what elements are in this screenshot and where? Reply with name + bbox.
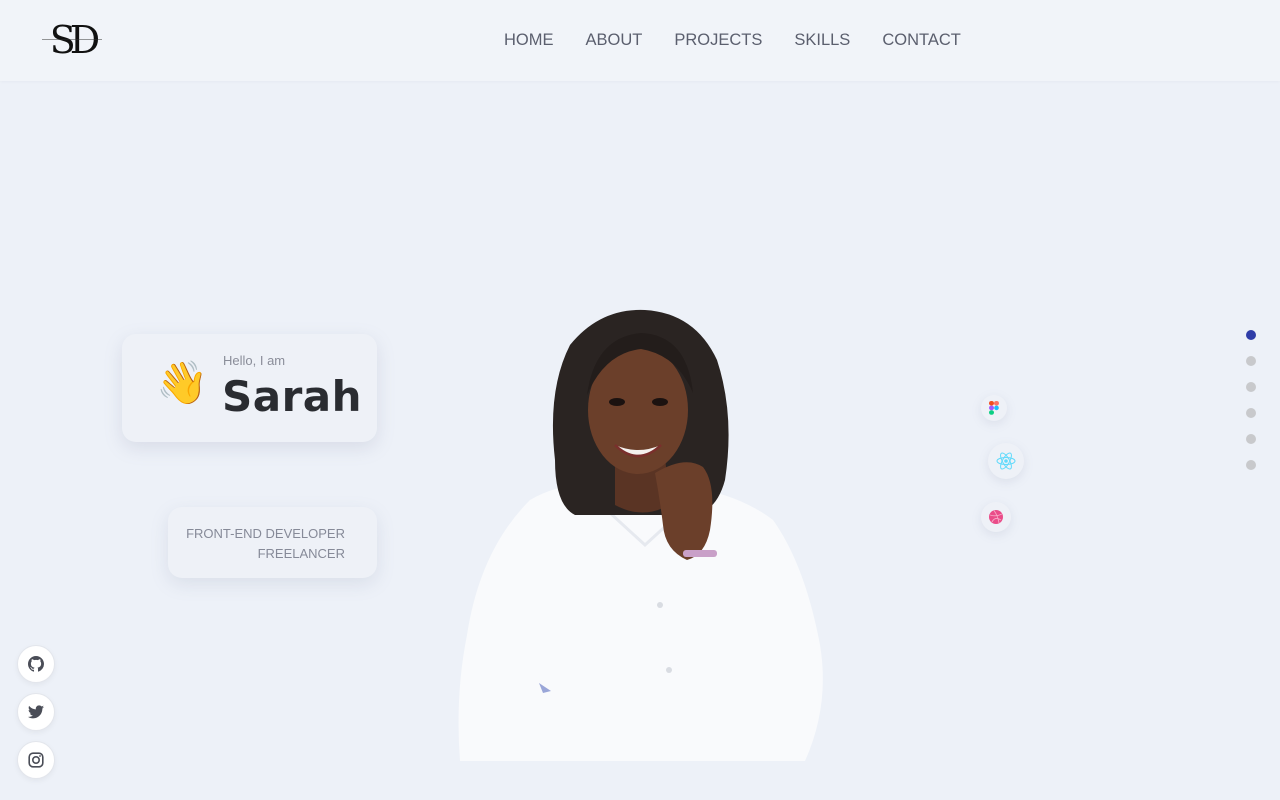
intro-card: 👋 Hello, I am Sarah bbox=[122, 334, 377, 442]
section-dot-4[interactable] bbox=[1246, 408, 1256, 418]
nav-home[interactable]: HOME bbox=[504, 30, 554, 50]
nav-about[interactable]: ABOUT bbox=[586, 30, 643, 50]
section-dot-2[interactable] bbox=[1246, 356, 1256, 366]
waving-hand-icon: 👋 bbox=[156, 358, 209, 407]
section-dot-6[interactable] bbox=[1246, 460, 1256, 470]
instagram-icon bbox=[28, 752, 44, 768]
dribbble-icon bbox=[981, 502, 1011, 532]
nav-projects[interactable]: PROJECTS bbox=[674, 30, 762, 50]
greeting-text: Hello, I am bbox=[223, 353, 286, 368]
site-header: SD HOME ABOUT PROJECTS SKILLS CONTACT bbox=[0, 0, 1280, 81]
nav-contact[interactable]: CONTACT bbox=[882, 30, 961, 50]
github-link[interactable] bbox=[17, 645, 55, 683]
sd-logo[interactable]: SD bbox=[42, 18, 102, 62]
name-heading: Sarah bbox=[222, 372, 363, 421]
instagram-link[interactable] bbox=[17, 741, 55, 779]
logo-divider bbox=[42, 39, 102, 40]
role-card: FRONT-END DEVELOPER FREELANCER bbox=[168, 507, 377, 578]
react-icon bbox=[988, 443, 1024, 479]
role-line-freelancer: FREELANCER bbox=[257, 546, 345, 561]
nav-skills[interactable]: SKILLS bbox=[794, 30, 850, 50]
section-dot-5[interactable] bbox=[1246, 434, 1256, 444]
section-dot-1[interactable] bbox=[1246, 330, 1256, 340]
role-line-developer: FRONT-END DEVELOPER bbox=[186, 526, 345, 541]
profile-portrait bbox=[458, 309, 823, 761]
figma-icon bbox=[981, 395, 1007, 421]
logo-text: SD bbox=[49, 18, 100, 62]
twitter-icon bbox=[28, 705, 44, 719]
twitter-link[interactable] bbox=[17, 693, 55, 731]
github-icon bbox=[28, 656, 44, 672]
main-nav: HOME ABOUT PROJECTS SKILLS CONTACT bbox=[504, 30, 961, 50]
section-dot-3[interactable] bbox=[1246, 382, 1256, 392]
